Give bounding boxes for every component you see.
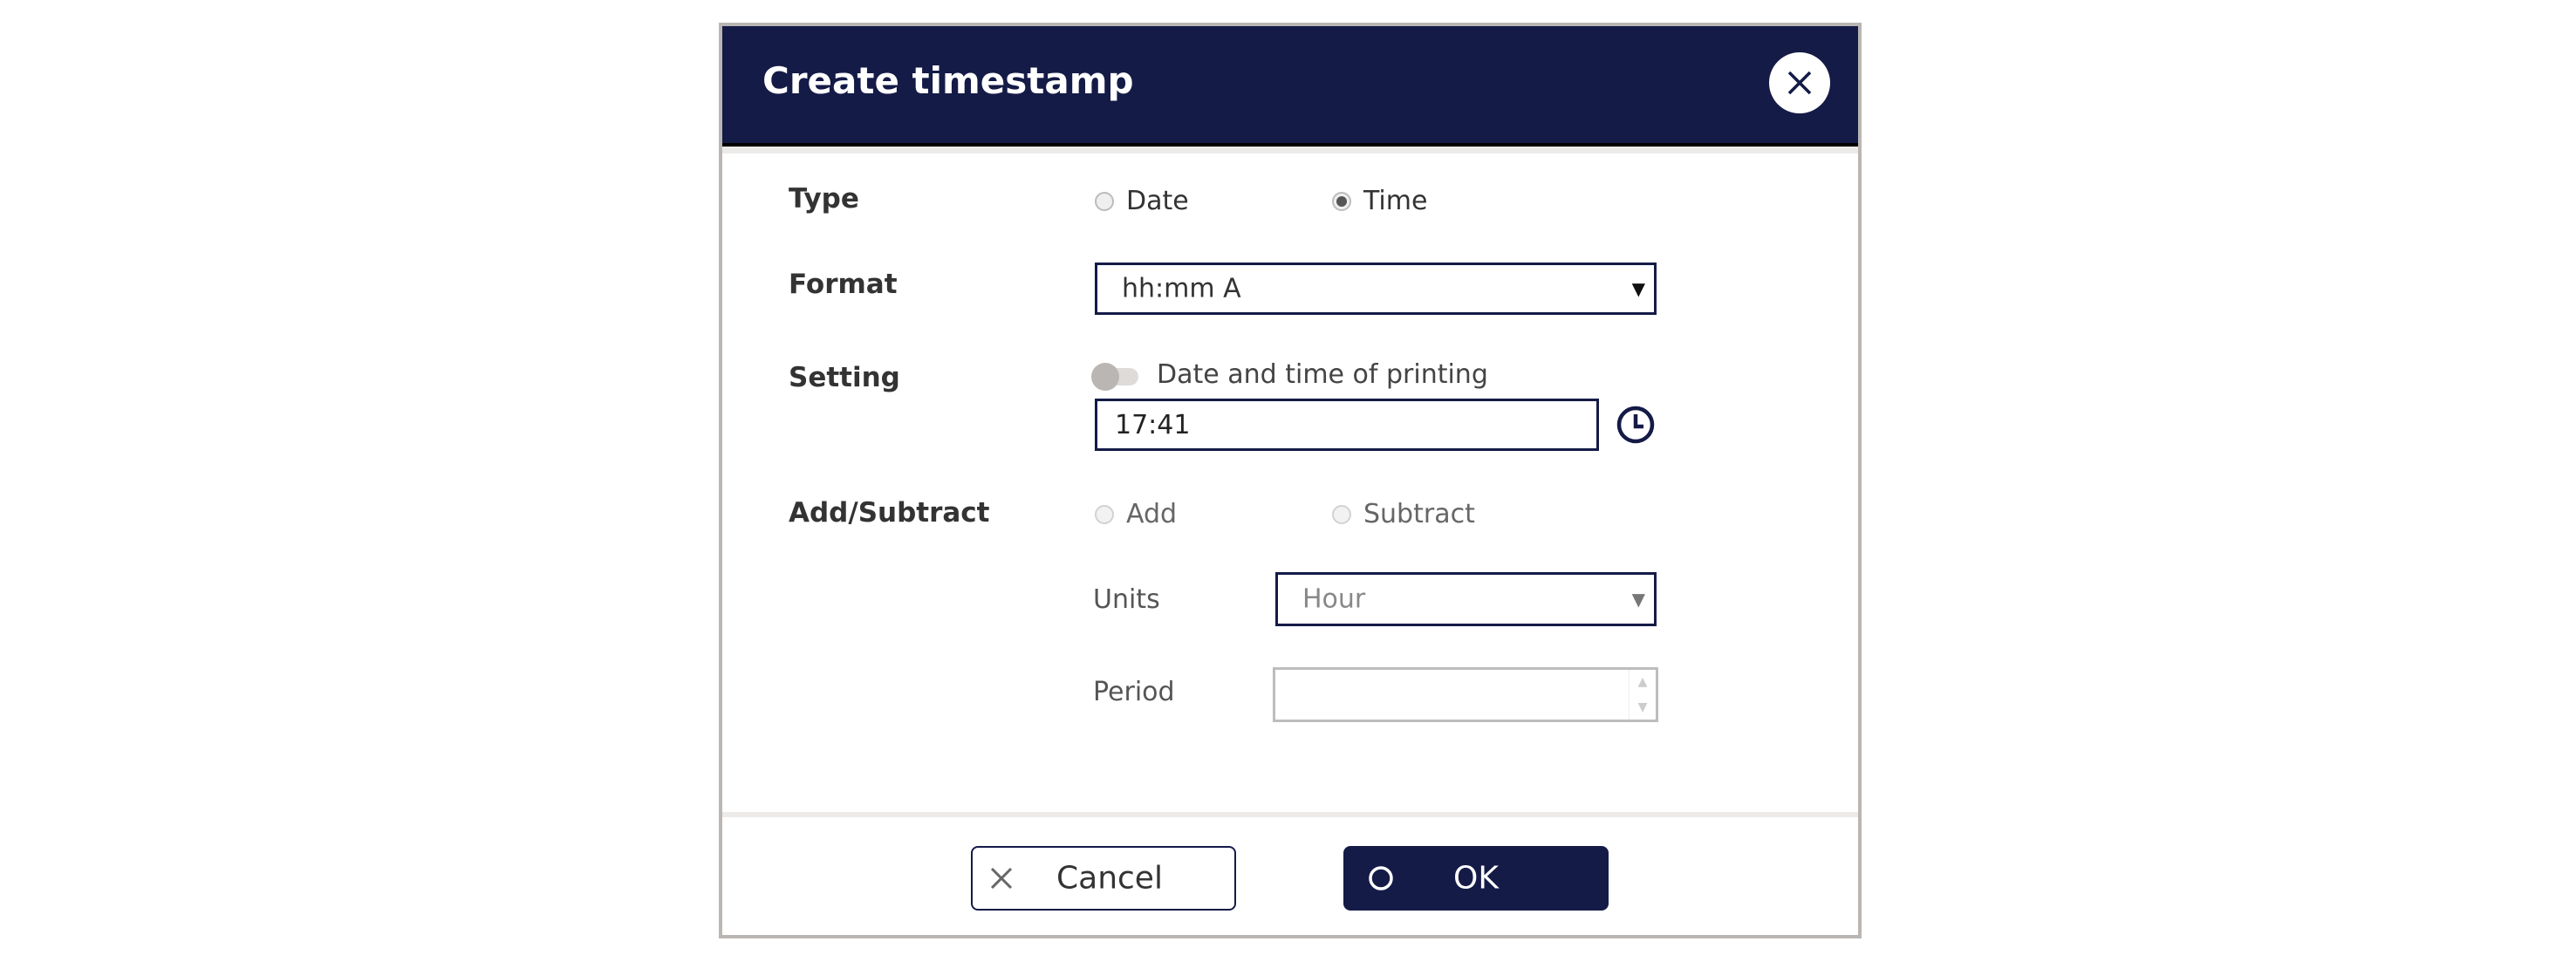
cancel-button-label: Cancel — [1056, 860, 1163, 897]
spin-up-icon[interactable]: ▲ — [1638, 675, 1648, 689]
add-subtract-label: Add/Subtract — [789, 497, 990, 529]
circle-icon — [1369, 866, 1393, 890]
units-select-value: Hour — [1302, 583, 1366, 615]
radio-date-indicator[interactable] — [1095, 191, 1114, 211]
header-divider — [722, 147, 1858, 154]
period-label: Period — [1093, 677, 1175, 707]
close-icon — [1787, 71, 1812, 95]
period-input[interactable]: ▲ ▼ — [1273, 667, 1658, 722]
chevron-down-icon: ▼ — [1631, 278, 1645, 299]
cross-icon — [990, 867, 1013, 890]
time-input[interactable] — [1095, 399, 1599, 451]
units-label: Units — [1093, 584, 1160, 615]
chevron-down-icon: ▼ — [1631, 589, 1645, 610]
period-spinner[interactable]: ▲ ▼ — [1629, 670, 1656, 720]
dialog-title: Create timestamp — [762, 59, 1134, 102]
setting-label: Setting — [789, 362, 900, 393]
spin-down-icon[interactable]: ▼ — [1638, 700, 1648, 714]
radio-time-indicator[interactable] — [1332, 191, 1351, 211]
radio-date-label: Date — [1126, 186, 1189, 216]
ok-button-label: OK — [1453, 860, 1499, 897]
radio-time-label: Time — [1363, 186, 1428, 216]
format-label: Format — [789, 269, 898, 300]
clock-picker-button[interactable] — [1616, 405, 1656, 445]
radio-add[interactable]: Add — [1095, 499, 1177, 529]
units-select[interactable]: Hour ▼ — [1275, 572, 1657, 626]
type-label: Type — [789, 183, 859, 215]
cancel-button[interactable]: Cancel — [971, 846, 1236, 911]
print-time-toggle[interactable] — [1091, 363, 1140, 391]
format-select-value: hh:mm A — [1122, 273, 1241, 304]
close-button[interactable] — [1769, 52, 1830, 113]
print-time-toggle-label: Date and time of printing — [1157, 359, 1488, 390]
toggle-knob — [1091, 363, 1119, 391]
clock-icon — [1616, 406, 1655, 444]
radio-add-indicator[interactable] — [1095, 504, 1114, 524]
dialog-header: Create timestamp — [722, 26, 1858, 147]
format-select[interactable]: hh:mm A ▼ — [1095, 263, 1657, 315]
create-timestamp-dialog: Create timestamp Type Date Time Format h… — [719, 23, 1862, 938]
radio-subtract-indicator[interactable] — [1332, 504, 1351, 524]
radio-time[interactable]: Time — [1332, 186, 1427, 216]
radio-date[interactable]: Date — [1095, 186, 1189, 216]
footer-divider — [722, 812, 1858, 817]
radio-add-label: Add — [1126, 499, 1178, 529]
radio-subtract[interactable]: Subtract — [1332, 499, 1475, 529]
radio-subtract-label: Subtract — [1363, 499, 1475, 529]
ok-button[interactable]: OK — [1343, 846, 1609, 911]
